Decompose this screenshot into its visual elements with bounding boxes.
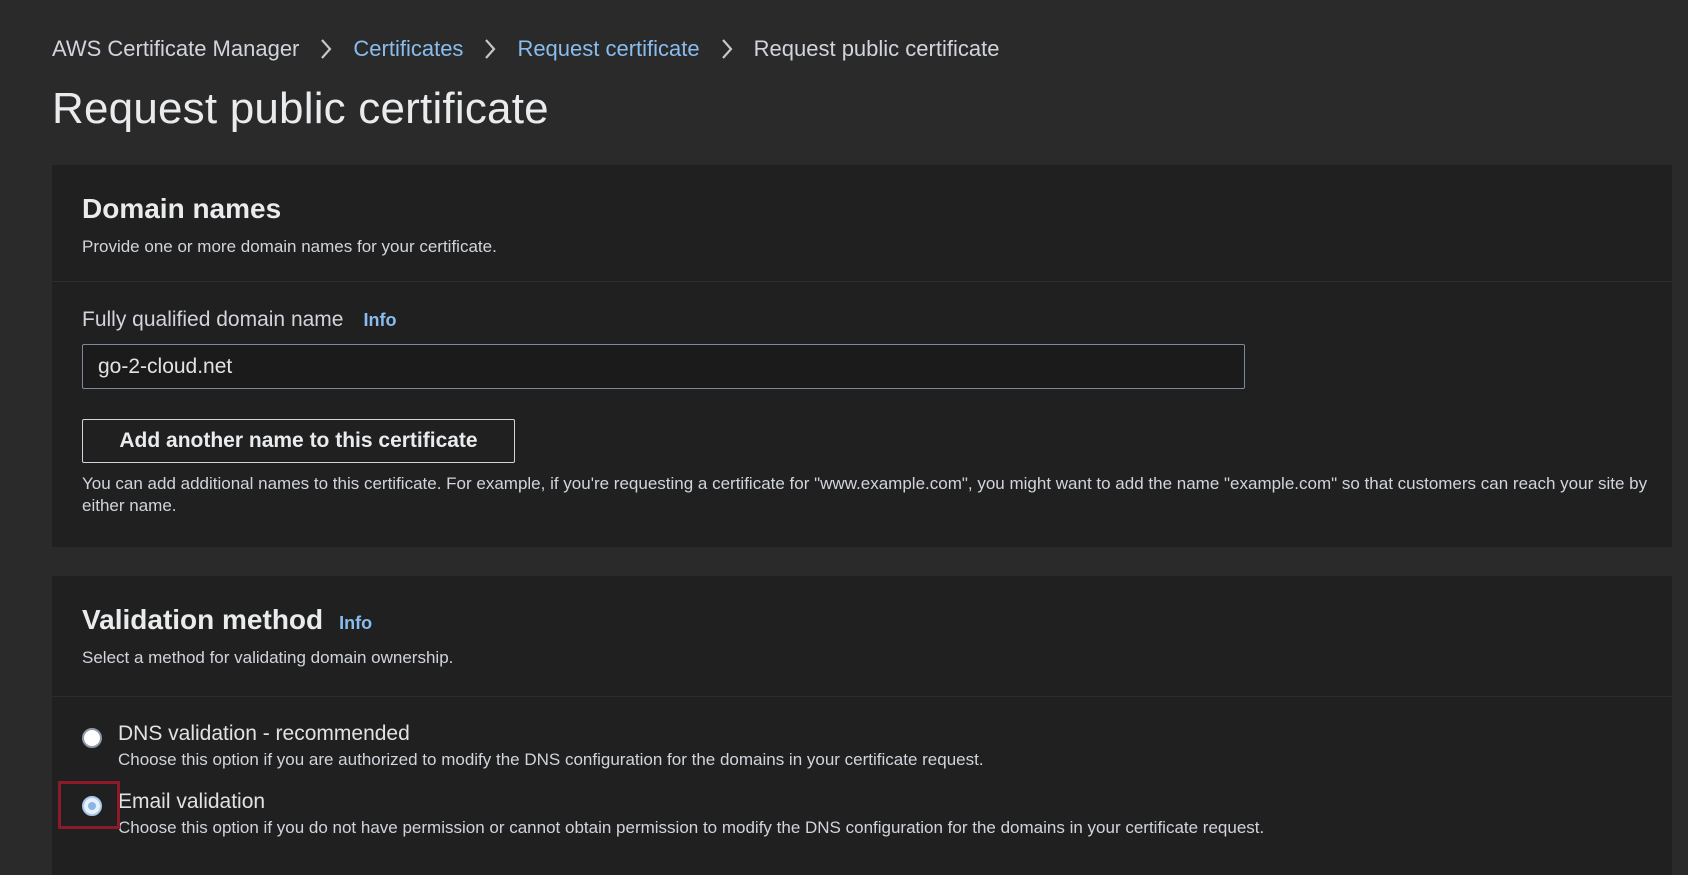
dns-validation-radio[interactable] xyxy=(82,728,102,748)
dns-validation-label[interactable]: DNS validation - recommended xyxy=(118,722,984,746)
validation-method-info-link[interactable]: Info xyxy=(339,613,372,634)
fqdn-label-row: Fully qualified domain name Info xyxy=(82,308,1642,332)
page-title: Request public certificate xyxy=(52,84,549,133)
dns-validation-text: DNS validation - recommended Choose this… xyxy=(118,722,984,770)
fqdn-input[interactable] xyxy=(82,344,1245,389)
dns-validation-description: Choose this option if you are authorized… xyxy=(118,750,984,769)
chevron-right-icon xyxy=(299,38,353,60)
validation-method-heading: Validation method xyxy=(82,604,324,635)
highlight-box xyxy=(58,781,120,829)
email-validation-text: Email validation Choose this option if y… xyxy=(118,790,1264,838)
chevron-right-icon xyxy=(463,38,517,60)
fqdn-label: Fully qualified domain name xyxy=(82,308,344,331)
email-validation-option[interactable]: Email validation Choose this option if y… xyxy=(82,790,1264,838)
validation-method-panel: Validation method Info Select a method f… xyxy=(52,576,1672,875)
add-name-help-text: You can add additional names to this cer… xyxy=(82,474,1648,515)
dns-validation-option[interactable]: DNS validation - recommended Choose this… xyxy=(82,722,984,770)
add-another-name-button[interactable]: Add another name to this certificate xyxy=(82,419,515,463)
domain-names-panel: Domain names Provide one or more domain … xyxy=(52,165,1672,547)
breadcrumb-item-request-certificate[interactable]: Request certificate xyxy=(517,36,699,62)
chevron-right-icon xyxy=(700,38,754,60)
email-validation-label[interactable]: Email validation xyxy=(118,790,1264,814)
domain-names-header: Domain names Provide one or more domain … xyxy=(52,165,1672,282)
domain-names-description: Provide one or more domain names for you… xyxy=(82,237,497,256)
validation-method-title: Validation method Info xyxy=(82,604,1642,636)
fqdn-info-link[interactable]: Info xyxy=(363,310,396,331)
breadcrumb: AWS Certificate Manager Certificates Req… xyxy=(52,36,999,62)
breadcrumb-item-acm[interactable]: AWS Certificate Manager xyxy=(52,36,299,62)
domain-names-body: Fully qualified domain name Info Add ano… xyxy=(52,282,1672,517)
domain-names-title: Domain names xyxy=(82,193,1642,225)
page: AWS Certificate Manager Certificates Req… xyxy=(0,0,1688,875)
domain-names-heading: Domain names xyxy=(82,193,282,224)
validation-method-header: Validation method Info Select a method f… xyxy=(52,576,1672,697)
breadcrumb-item-certificates[interactable]: Certificates xyxy=(353,36,463,62)
validation-method-description: Select a method for validating domain ow… xyxy=(82,648,454,667)
email-validation-description: Choose this option if you do not have pe… xyxy=(118,818,1265,837)
breadcrumb-item-current: Request public certificate xyxy=(753,36,1000,61)
